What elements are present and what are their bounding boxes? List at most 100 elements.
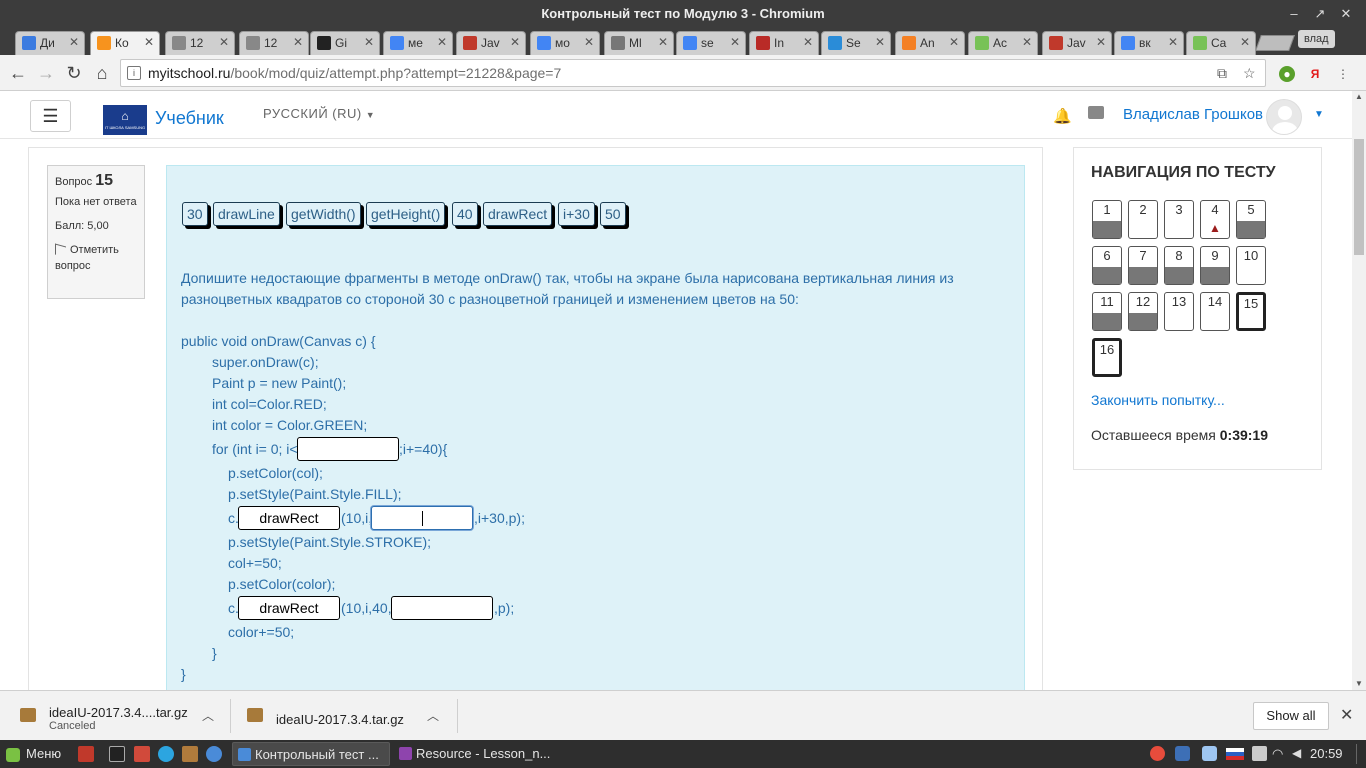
app-launcher-icon[interactable] — [78, 746, 94, 762]
sublime-icon[interactable] — [182, 746, 198, 762]
yandex-icon[interactable]: Я — [1307, 66, 1323, 82]
close-tab-icon[interactable]: ✕ — [1096, 35, 1106, 49]
taskbar-item-resource[interactable]: Resource - Lesson_n... — [394, 742, 552, 766]
drag-item-30[interactable]: 30 — [182, 202, 208, 226]
messages-icon[interactable] — [1088, 106, 1104, 119]
browser-tab[interactable]: Ca ✕ — [1186, 31, 1256, 55]
browser-tab[interactable]: Ml ✕ — [604, 31, 674, 55]
site-name-link[interactable]: Учебник — [155, 108, 224, 129]
download-item-1[interactable]: ideaIU-2017.3.4....tar.gz Canceled ︿ — [20, 699, 220, 733]
files-icon[interactable] — [134, 746, 150, 762]
terminal-icon[interactable] — [109, 746, 125, 762]
blank-drop-zone-5[interactable] — [391, 596, 493, 620]
close-tab-icon[interactable]: ✕ — [437, 35, 447, 49]
drag-item-getheight[interactable]: getHeight() — [366, 202, 446, 226]
browser-tab[interactable]: In ✕ — [749, 31, 819, 55]
drag-item-drawline[interactable]: drawLine — [213, 202, 280, 226]
quiz-nav-button-13[interactable]: 13 — [1164, 292, 1194, 331]
quiz-nav-button-10[interactable]: 10 — [1236, 246, 1266, 285]
browser-tab[interactable]: Ко ✕ — [90, 31, 160, 55]
close-tab-icon[interactable]: ✕ — [803, 35, 813, 49]
profile-button[interactable]: влад — [1298, 30, 1335, 48]
maximize-button[interactable]: ↗ — [1308, 0, 1332, 28]
minimize-button[interactable]: – — [1282, 0, 1306, 28]
drag-item-getwidth[interactable]: getWidth() — [286, 202, 361, 226]
close-tab-icon[interactable]: ✕ — [510, 35, 520, 49]
back-button[interactable]: ← — [6, 61, 30, 85]
start-menu-button[interactable]: Меню — [6, 740, 61, 768]
user-menu-chevron-icon[interactable]: ▼ — [1314, 109, 1324, 120]
avatar[interactable] — [1266, 99, 1302, 135]
blank-drop-zone-2[interactable]: drawRect — [238, 506, 340, 530]
user-name-link[interactable]: Владислав Грошков — [1123, 106, 1263, 123]
quiz-nav-button-14[interactable]: 14 — [1200, 292, 1230, 331]
scroll-up-icon[interactable]: ▲ — [1352, 91, 1366, 103]
show-desktop-button[interactable] — [1356, 744, 1364, 764]
download-item-2[interactable]: ideaIU-2017.3.4.tar.gz ︿ — [247, 699, 447, 733]
keyboard-layout-flag-icon[interactable] — [1226, 748, 1244, 760]
address-bar[interactable]: i myitschool.ru/book/mod/quiz/attempt.ph… — [120, 59, 1266, 87]
notification-bell-icon[interactable]: 🔔 — [1053, 107, 1072, 125]
notification-tray-icon[interactable] — [1150, 746, 1165, 761]
drag-item-drawrect[interactable]: drawRect — [483, 202, 553, 226]
shield-icon[interactable] — [1175, 746, 1190, 761]
page-scrollbar[interactable]: ▲ ▼ — [1352, 91, 1366, 690]
close-tab-icon[interactable]: ✕ — [1168, 35, 1178, 49]
blank-drop-zone-3[interactable] — [371, 506, 473, 530]
show-all-downloads-button[interactable]: Show all — [1253, 702, 1329, 730]
forward-button[interactable]: → — [34, 61, 58, 85]
translate-icon[interactable]: ⧉ — [1217, 65, 1227, 81]
browser-tab[interactable]: 12 ✕ — [239, 31, 309, 55]
browser-tab[interactable]: вк ✕ — [1114, 31, 1184, 55]
close-tab-icon[interactable]: ✕ — [69, 35, 79, 49]
scroll-down-icon[interactable]: ▼ — [1352, 678, 1366, 690]
close-tab-icon[interactable]: ✕ — [875, 35, 885, 49]
browser-tab[interactable]: мо ✕ — [530, 31, 600, 55]
quiz-nav-button-3[interactable]: 3 — [1164, 200, 1194, 239]
browser-tab[interactable]: Se ✕ — [821, 31, 891, 55]
quiz-nav-button-7[interactable]: 7 — [1128, 246, 1158, 285]
browser-tab[interactable]: Jav ✕ — [1042, 31, 1112, 55]
close-downloads-icon[interactable]: ✕ — [1340, 705, 1353, 725]
close-tab-icon[interactable]: ✕ — [730, 35, 740, 49]
close-tab-icon[interactable]: ✕ — [1022, 35, 1032, 49]
browser-tab[interactable]: Gi ✕ — [310, 31, 380, 55]
browser-tab[interactable]: ме ✕ — [383, 31, 453, 55]
close-tab-icon[interactable]: ✕ — [949, 35, 959, 49]
wifi-icon[interactable]: ◠ — [1272, 746, 1287, 761]
quiz-nav-button-2[interactable]: 2 — [1128, 200, 1158, 239]
drag-item-50[interactable]: 50 — [600, 202, 626, 226]
quiz-nav-button-11[interactable]: 11 — [1092, 292, 1122, 331]
home-button[interactable]: ⌂ — [90, 61, 114, 85]
scrollbar-thumb[interactable] — [1354, 139, 1364, 255]
menu-dots-icon[interactable]: ⋮ — [1335, 66, 1351, 82]
browser-tab[interactable]: se ✕ — [676, 31, 746, 55]
close-tab-icon[interactable]: ✕ — [364, 35, 374, 49]
close-tab-icon[interactable]: ✕ — [293, 35, 303, 49]
blank-drop-zone-1[interactable] — [297, 437, 399, 461]
flag-question-link[interactable]: Отметить вопрос — [55, 242, 137, 274]
telegram-icon[interactable] — [158, 746, 174, 762]
quiz-nav-button-12[interactable]: 12 — [1128, 292, 1158, 331]
drag-item-i-plus-30[interactable]: i+30 — [558, 202, 595, 226]
browser-tab[interactable]: 12 ✕ — [165, 31, 235, 55]
chevron-up-icon[interactable]: ︿ — [427, 707, 439, 724]
close-tab-icon[interactable]: ✕ — [1240, 35, 1250, 49]
close-tab-icon[interactable]: ✕ — [144, 35, 154, 49]
volume-icon[interactable]: ◀ — [1292, 746, 1307, 761]
close-tab-icon[interactable]: ✕ — [219, 35, 229, 49]
close-tab-icon[interactable]: ✕ — [658, 35, 668, 49]
quiz-nav-button-5[interactable]: 5 — [1236, 200, 1266, 239]
browser-tab[interactable]: Ac ✕ — [968, 31, 1038, 55]
user-tray-icon[interactable] — [1252, 746, 1267, 761]
chromium-icon[interactable] — [206, 746, 222, 762]
quiz-nav-button-15[interactable]: 15 — [1236, 292, 1266, 331]
chat-tray-icon[interactable] — [1202, 746, 1217, 761]
bookmark-star-icon[interactable]: ☆ — [1243, 65, 1256, 81]
quiz-nav-button-8[interactable]: 8 — [1164, 246, 1194, 285]
site-logo[interactable]: ⌂ IT ШКОЛА SAMSUNG — [103, 105, 147, 135]
quiz-nav-button-9[interactable]: 9 — [1200, 246, 1230, 285]
extension-android-icon[interactable]: ● — [1279, 66, 1295, 82]
taskbar-item-chromium[interactable]: Контрольный тест ... — [232, 742, 390, 766]
chevron-up-icon[interactable]: ︿ — [202, 707, 214, 724]
